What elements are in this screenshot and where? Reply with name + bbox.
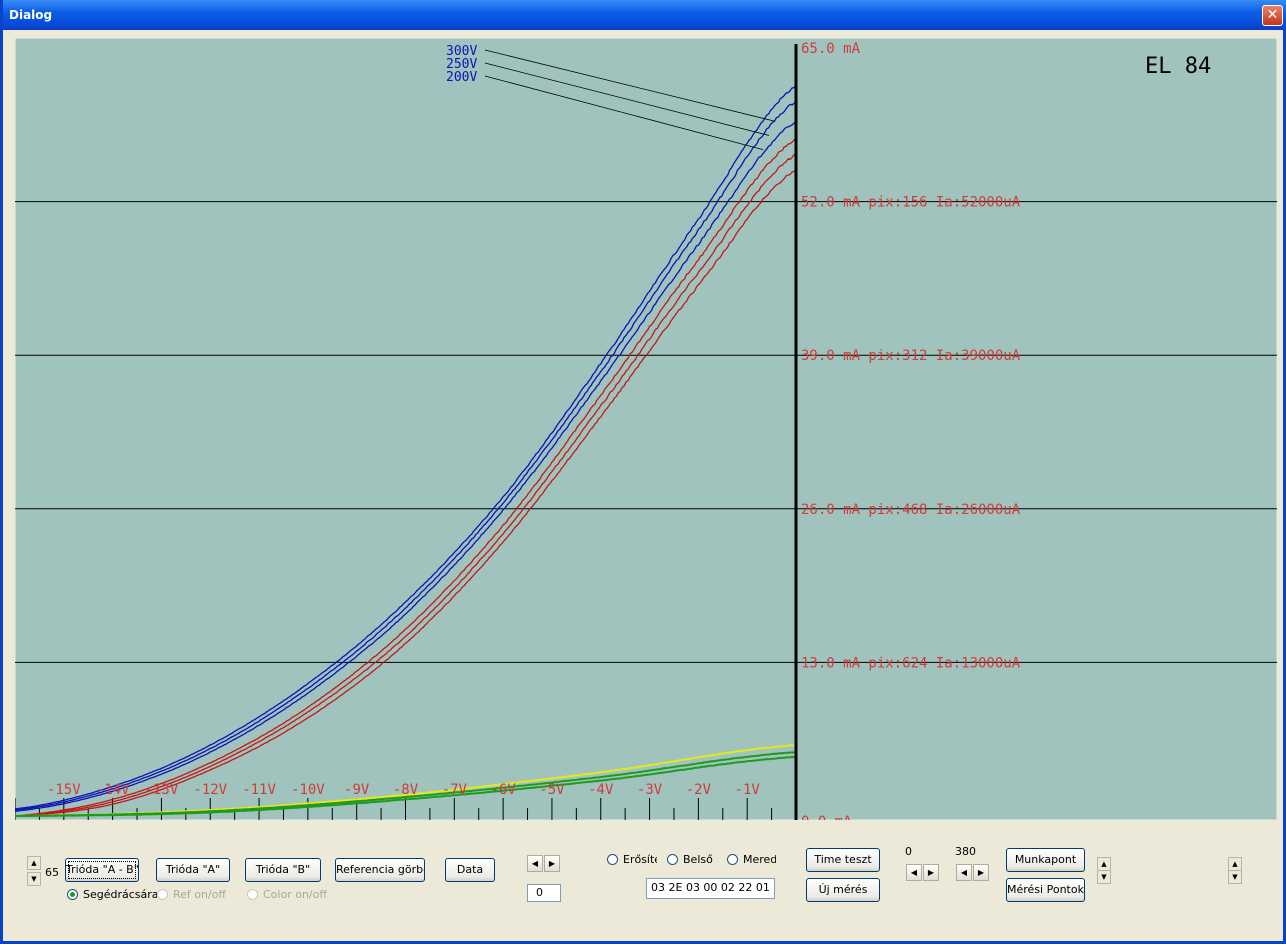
far-right-spin-down-button[interactable]: ▼ xyxy=(1228,870,1242,884)
scroll-right-value: 380 xyxy=(955,845,976,858)
x-axis-label: -7V xyxy=(442,782,468,798)
x-axis-label: -14V xyxy=(96,782,130,798)
left-scroll-left-button[interactable]: ◀ xyxy=(906,864,922,881)
uj-meres-button[interactable]: Új mérés xyxy=(806,878,880,902)
x-axis-label: -5V xyxy=(539,782,565,798)
trioda-ab-button[interactable]: Trióda "A - B" xyxy=(65,858,139,882)
x-axis-label: -1V xyxy=(735,782,761,798)
left-scroll-right-button[interactable]: ▶ xyxy=(923,864,939,881)
x-axis-label: -4V xyxy=(588,782,614,798)
curve-label: 200V xyxy=(446,70,477,85)
x-axis-label: -8V xyxy=(393,782,419,798)
time-teszt-button[interactable]: Time teszt xyxy=(806,848,880,872)
spin-up-button[interactable]: ▲ xyxy=(27,856,41,870)
x-axis-label: -10V xyxy=(291,782,325,798)
x-axis-label: -2V xyxy=(686,782,712,798)
belso-ellenallas-radio[interactable] xyxy=(667,854,678,865)
x-axis-label: -12V xyxy=(193,782,227,798)
y-axis-label: 0.0 mA xyxy=(801,814,852,820)
scroll-left-value: 0 xyxy=(905,845,912,858)
trioda-b-button[interactable]: Trióda "B" xyxy=(245,858,321,882)
referencia-gorbe-button[interactable]: Referencia görbe xyxy=(335,858,425,882)
hex-data-field[interactable]: 03 2E 03 00 02 22 01 F4 xyxy=(646,878,775,899)
y-axis-label: 65.0 mA xyxy=(801,41,861,57)
segedracsaram-label: Segédrácsáram xyxy=(83,888,157,901)
right-scroll-left-button[interactable]: ◀ xyxy=(956,864,972,881)
x-axis-label: -6V xyxy=(490,782,516,798)
spin-down-button[interactable]: ▼ xyxy=(27,872,41,886)
meresi-pontok-button[interactable]: Mérési Pontok xyxy=(1006,878,1085,902)
meredekseg-radio[interactable] xyxy=(727,854,738,865)
tube-type-label: EL 84 xyxy=(1145,54,1211,79)
color-onoff-label: Color on/off xyxy=(263,888,327,901)
x-axis-label: -15V xyxy=(47,782,81,798)
erosites-radio[interactable] xyxy=(607,854,618,865)
right-spin-up-button[interactable]: ▲ xyxy=(1097,857,1111,871)
trioda-a-button[interactable]: Trióda "A" xyxy=(156,858,230,882)
ref-onoff-radio[interactable] xyxy=(157,889,168,900)
color-onoff-radio[interactable] xyxy=(247,889,258,900)
x-axis-label: -11V xyxy=(242,782,276,798)
erosites-label: Erősítés xyxy=(623,853,657,866)
counter-right-button[interactable]: ▶ xyxy=(544,855,560,872)
ref-onoff-label: Ref on/off xyxy=(173,888,227,901)
close-button[interactable]: ✕ xyxy=(1262,5,1283,26)
counter-input[interactable]: 0 xyxy=(527,884,561,902)
y-axis-label: 26.0 mA pix:468 Ia:26000uA xyxy=(801,502,1021,518)
x-axis-label: -13V xyxy=(145,782,179,798)
right-scroll-right-button[interactable]: ▶ xyxy=(973,864,989,881)
spin-value: 65 xyxy=(45,866,59,879)
right-spin-down-button[interactable]: ▼ xyxy=(1097,870,1111,884)
dialog-window: Dialog ✕ 0.0 mA 13.0 mA pix:624 Ia:13000u… xyxy=(0,0,1286,944)
far-right-spin-up-button[interactable]: ▲ xyxy=(1228,857,1242,871)
meredekseg-label: Meredekség xyxy=(743,853,776,866)
x-axis-label: -9V xyxy=(344,782,370,798)
belso-ellenallas-label: Belső ellenállás xyxy=(683,853,716,866)
window-title: Dialog xyxy=(9,8,53,22)
munkapont-button[interactable]: Munkapont xyxy=(1006,848,1085,872)
y-axis-label: 39.0 mA pix:312 Ia:39000uA xyxy=(801,348,1021,364)
anode-characteristic-chart: 0.0 mA 13.0 mA pix:624 Ia:13000uA 26.0 mA … xyxy=(15,38,1277,820)
data-button[interactable]: Data xyxy=(445,858,495,882)
y-axis-label: 13.0 mA pix:624 Ia:13000uA xyxy=(801,655,1021,671)
y-axis-label: 52.0 mA pix:156 Ia:52000uA xyxy=(801,195,1021,211)
title-bar[interactable]: Dialog ✕ xyxy=(3,0,1286,30)
plot-background xyxy=(15,38,1277,820)
counter-left-button[interactable]: ◀ xyxy=(527,855,543,872)
x-axis-label: -3V xyxy=(637,782,663,798)
segedracsaram-radio[interactable] xyxy=(67,889,78,900)
